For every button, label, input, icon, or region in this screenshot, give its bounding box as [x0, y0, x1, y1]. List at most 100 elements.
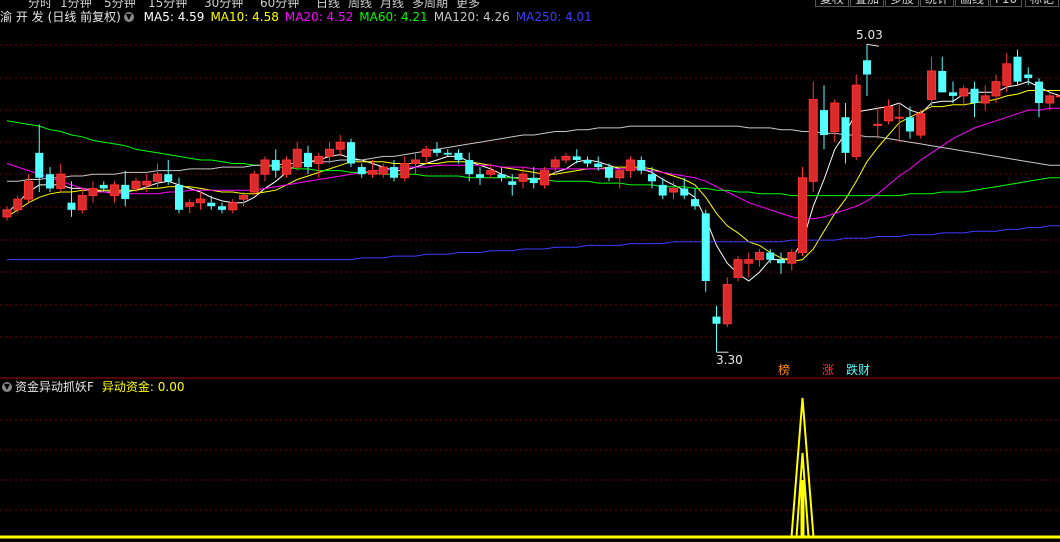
candle — [13, 195, 23, 214]
candle — [712, 305, 721, 353]
candle — [271, 149, 280, 178]
candle — [916, 110, 926, 139]
candle-fill — [261, 159, 269, 175]
candle-body — [271, 159, 280, 171]
candle-fill — [744, 259, 753, 264]
candle-fill — [852, 85, 861, 157]
candle — [884, 99, 893, 125]
candle-body — [465, 159, 474, 175]
candle — [46, 167, 54, 192]
candle-fill — [873, 124, 882, 126]
high-price-pointer — [866, 43, 880, 47]
candle-body — [390, 167, 398, 178]
candle — [77, 188, 87, 214]
candle — [292, 142, 302, 171]
candle-fill — [615, 170, 624, 178]
candle-body — [572, 156, 581, 160]
candle — [282, 156, 291, 178]
candle — [88, 181, 98, 203]
candle-body — [1035, 81, 1043, 103]
candle — [67, 181, 76, 217]
candle-body — [820, 110, 828, 136]
candle — [2, 206, 12, 221]
candle-fill — [282, 159, 291, 175]
candle — [497, 167, 506, 182]
candle-fill — [1045, 95, 1054, 103]
candle-body — [454, 152, 463, 160]
candle — [1056, 95, 1060, 98]
candle-body — [46, 174, 54, 189]
candle-fill — [1056, 95, 1060, 97]
candle-body — [712, 316, 721, 324]
candle-body — [207, 202, 216, 207]
candle — [249, 170, 259, 196]
ma-line-ma250 — [7, 225, 1060, 261]
candle — [357, 163, 366, 178]
candle — [529, 167, 538, 189]
candle-body — [443, 152, 452, 155]
candle — [830, 99, 840, 143]
candle-fill — [78, 195, 87, 210]
candle-body — [583, 159, 592, 164]
candle-fill — [884, 106, 893, 121]
candle-body — [35, 152, 44, 178]
candle — [733, 256, 743, 281]
candle-fill — [992, 81, 1000, 96]
candle-fill — [734, 259, 742, 278]
kline-chart[interactable]: 5.03 3.30 榜 涨 跌财 — [0, 0, 1060, 542]
candle-fill — [927, 70, 936, 100]
candle — [207, 195, 216, 210]
tag-bang[interactable]: 榜 — [778, 362, 790, 377]
candle — [722, 277, 732, 328]
candle-body — [970, 88, 979, 103]
candle — [894, 103, 904, 143]
tag-zhang[interactable]: 涨 — [822, 362, 834, 377]
candle — [476, 167, 484, 185]
candle — [1045, 92, 1055, 111]
tag-diecai[interactable]: 跌财 — [846, 362, 870, 377]
candle — [841, 103, 850, 164]
candle-body — [218, 206, 226, 210]
candle-body — [766, 252, 775, 260]
candle-fill — [981, 95, 990, 103]
candle-body — [67, 202, 76, 210]
candle — [970, 81, 979, 118]
signal-bar — [800, 480, 805, 537]
candle-fill — [250, 174, 259, 192]
candle-fill — [239, 195, 248, 200]
candle-fill — [895, 117, 904, 119]
candle-fill — [228, 202, 237, 210]
candle — [851, 74, 861, 160]
candle-body — [701, 213, 710, 281]
candle — [325, 142, 334, 164]
candle — [1035, 78, 1043, 118]
candle-fill — [422, 149, 431, 157]
candle-body — [175, 184, 183, 210]
candle — [626, 156, 635, 178]
candle-body — [658, 184, 667, 196]
candle — [347, 138, 355, 168]
candle — [335, 135, 345, 157]
candle — [927, 56, 936, 107]
candle — [153, 163, 162, 189]
candle-fill — [916, 113, 925, 136]
candle-fill — [540, 170, 549, 185]
candle-fill — [56, 174, 65, 189]
candle-body — [99, 184, 108, 189]
candle — [561, 152, 571, 164]
candle-fill — [13, 199, 22, 210]
candle-fill — [798, 177, 807, 253]
candle-body — [691, 199, 699, 207]
candle-fill — [3, 209, 11, 217]
candle — [443, 149, 452, 157]
candle — [1013, 49, 1022, 86]
candle — [798, 167, 807, 257]
candle — [820, 85, 828, 150]
candle — [701, 209, 710, 292]
candle-body — [433, 149, 441, 153]
candle-fill — [830, 103, 839, 132]
candle — [863, 44, 871, 96]
candle-body — [497, 174, 506, 178]
candle-body — [508, 181, 517, 185]
candle — [260, 156, 270, 182]
